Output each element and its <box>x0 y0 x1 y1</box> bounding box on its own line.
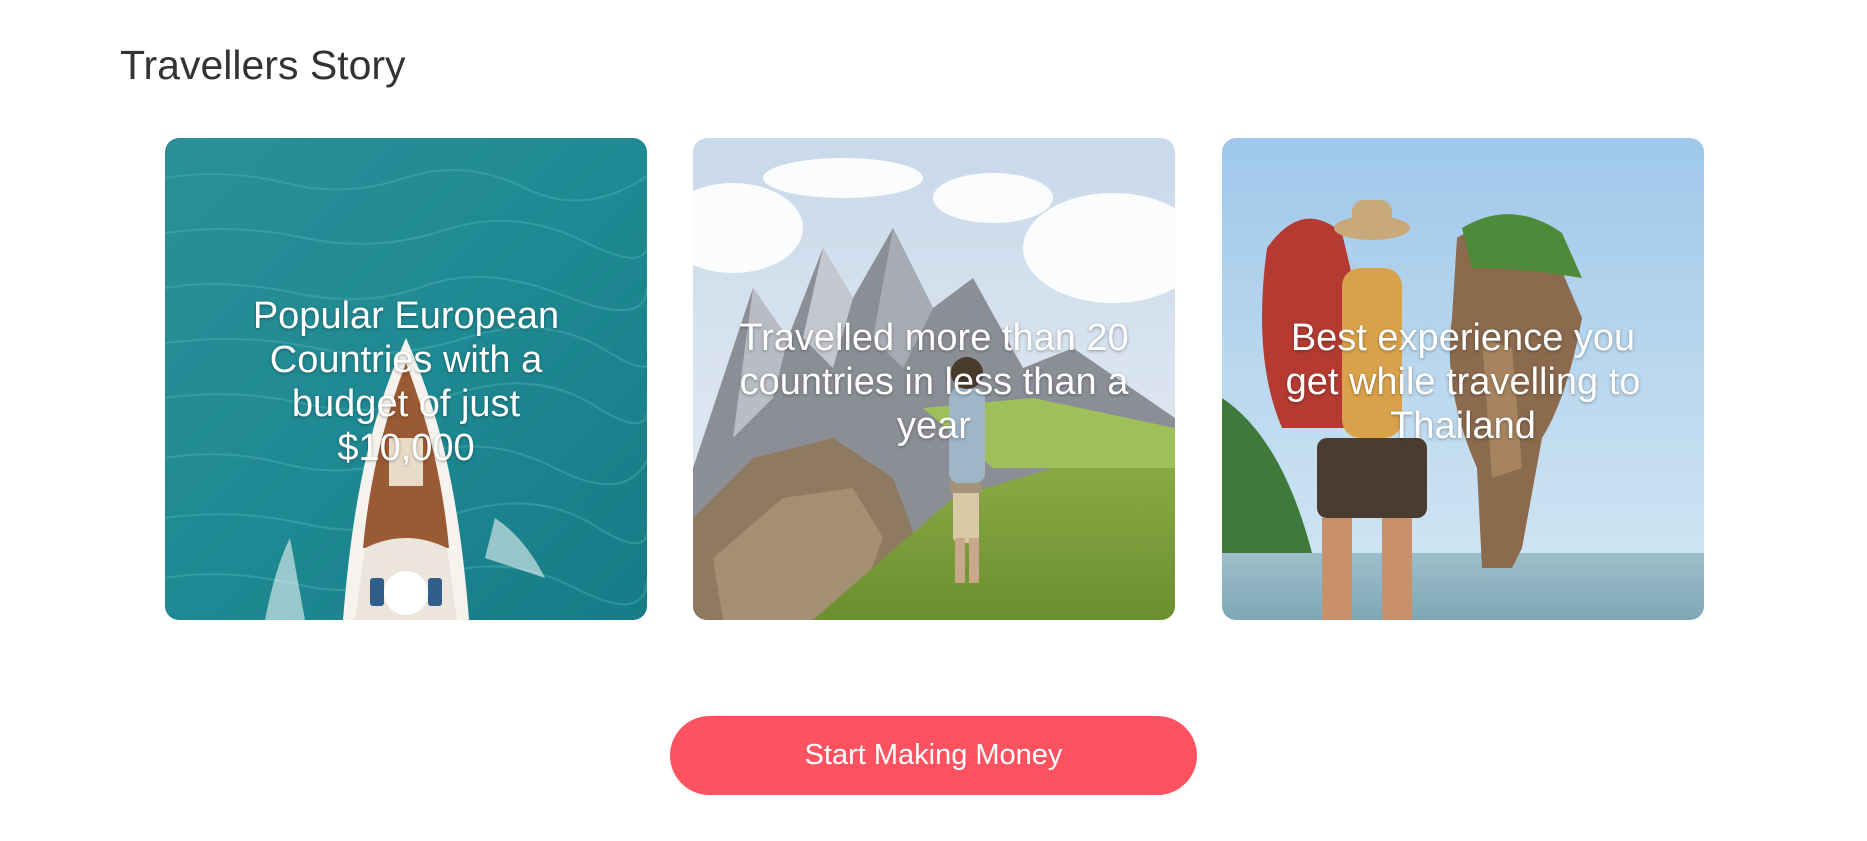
story-card-thailand[interactable]: Best experience you get while travelling… <box>1222 138 1704 620</box>
story-card-european-countries[interactable]: Popular European Countries with a budget… <box>165 138 647 620</box>
story-cards: Popular European Countries with a budget… <box>165 138 1706 620</box>
story-card-20-countries[interactable]: Travelled more than 20 countries in less… <box>693 138 1175 620</box>
story-card-text: Best experience you get while travelling… <box>1285 317 1641 447</box>
story-card-text: Popular European Countries with a budget… <box>252 295 560 469</box>
story-card-text: Travelled more than 20 countries in less… <box>739 317 1129 447</box>
page: Travellers Story Popular European Countr… <box>0 0 1867 841</box>
section-title: Travellers Story <box>120 42 406 88</box>
start-making-money-button[interactable]: Start Making Money <box>670 716 1197 795</box>
